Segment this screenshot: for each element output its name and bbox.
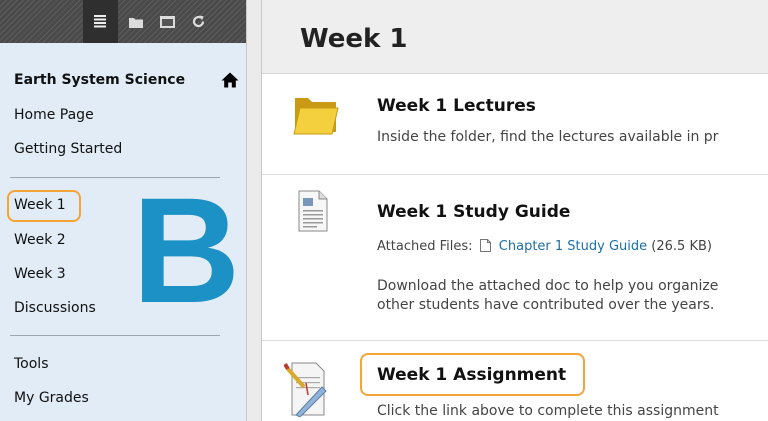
folder-view-icon[interactable] [120,0,152,43]
item-divider [262,174,768,175]
new-window-icon[interactable] [151,0,183,43]
sidebar-item-home-page[interactable]: Home Page [14,106,94,124]
sidebar-item-my-grades[interactable]: My Grades [14,389,89,407]
page-title: Week 1 [300,24,408,54]
sidebar-item-discussions[interactable]: Discussions [14,299,96,317]
course-menu-icon[interactable] [84,0,116,43]
sidebar-item-week-3[interactable]: Week 3 [14,265,66,283]
home-icon[interactable] [221,71,239,89]
folder-icon [293,98,339,135]
study-guide-title[interactable]: Week 1 Study Guide [377,202,570,222]
file-icon [479,239,491,252]
sidebar-divider [10,335,220,336]
content-area: Week 1 Week 1 Lectures Inside the folder… [262,0,768,421]
course-title[interactable]: Earth System Science [14,71,185,89]
page-header: Week 1 [262,0,768,74]
study-guide-description-line2: other students have contributed over the… [377,297,715,313]
item-divider [262,340,768,341]
assignment-description: Click the link above to complete this as… [377,403,719,419]
callout-letter-b: B [136,193,240,303]
course-menu-toolbar [0,0,246,43]
course-menu: Earth System Science Home Page Getting S… [0,0,246,421]
lectures-title[interactable]: Week 1 Lectures [377,96,536,116]
lectures-description: Inside the folder, find the lectures ava… [377,129,719,145]
study-guide-file-link[interactable]: Chapter 1 Study Guide [499,239,647,254]
sidebar-item-week-2[interactable]: Week 2 [14,231,66,249]
assignment-icon [284,362,327,417]
attached-files-row: Attached Files: Chapter 1 Study Guide (2… [377,239,712,254]
svg-text:B: B [136,193,240,303]
document-icon [298,190,328,232]
refresh-icon[interactable] [182,0,214,43]
sidebar-item-week-1[interactable]: Week 1 [14,196,66,214]
sidebar-divider [10,177,220,178]
file-size: (26.5 KB) [651,239,712,254]
sidebar-item-getting-started[interactable]: Getting Started [14,140,122,158]
study-guide-description-line1: Download the attached doc to help you or… [377,278,719,294]
assignment-title[interactable]: Week 1 Assignment [377,365,566,385]
frame-divider[interactable] [246,0,262,421]
sidebar-item-tools[interactable]: Tools [14,355,49,373]
attached-files-label: Attached Files: [377,239,473,254]
